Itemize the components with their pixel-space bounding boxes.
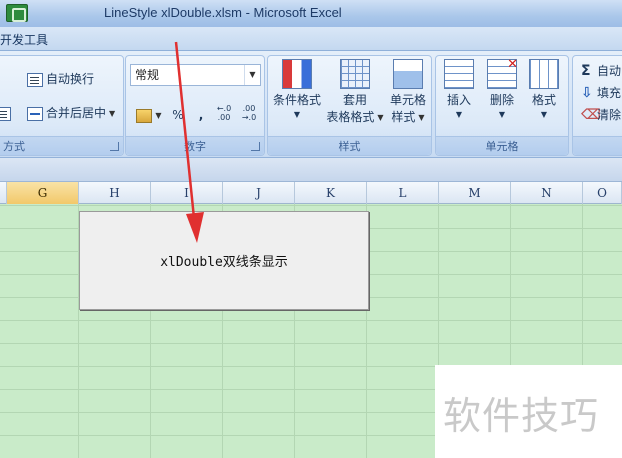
chevron-down-icon: ▼ [293, 110, 301, 119]
ribbon: 自动换行 合并后居中 ▼ 方式 数字 常规 ▼ ▼ % , ←.0 .00 .0… [0, 51, 622, 158]
group-editing: Σ 自动 ⇩ 填充 ⌫清除 [572, 55, 622, 156]
ribbon-tab-row: 开发工具 [0, 27, 622, 51]
eraser-icon: ⌫ [581, 107, 601, 123]
column-header-row: G H I J K L M N O [0, 182, 622, 204]
percent-button[interactable]: % [168, 103, 188, 125]
cell-styles-label-2: 样式 [391, 110, 416, 124]
currency-icon [136, 108, 153, 123]
increase-decimal-button[interactable]: ←.0 .00 [213, 101, 235, 123]
column-header-h[interactable]: H [79, 182, 151, 204]
wrap-text-icon [27, 72, 43, 87]
chevron-down-icon: ▼ [418, 113, 425, 122]
delete-cells-button[interactable]: 删除 ▼ [484, 56, 520, 121]
format-cells-icon [529, 59, 559, 89]
chevron-down-icon: ▼ [540, 110, 548, 119]
autosum-label: 自动 [597, 64, 622, 78]
formula-bar-area [0, 158, 622, 182]
currency-button[interactable]: ▼ [132, 103, 166, 125]
wrap-text-label: 自动换行 [46, 72, 95, 86]
column-header-m[interactable]: M [439, 182, 511, 204]
decrease-decimal-label: .00 →.0 [241, 104, 257, 122]
group-label-editing [573, 136, 622, 155]
dialog-launcher-icon[interactable] [110, 142, 119, 151]
group-label-alignment: 方式 [0, 136, 123, 155]
column-header-n[interactable]: N [511, 182, 583, 204]
merge-center-icon [27, 106, 43, 121]
window-title: LineStyle xlDouble.xlsm - Microsoft Exce… [104, 5, 342, 20]
fill-button[interactable]: ⇩ 填充 [581, 83, 621, 103]
xldouble-macro-button[interactable]: xlDouble双线条显示 [79, 211, 369, 310]
chevron-down-icon[interactable]: ▼ [244, 65, 260, 85]
title-bar: LineStyle xlDouble.xlsm - Microsoft Exce… [0, 0, 622, 27]
align-right-icon [0, 106, 11, 121]
comma-label: , [198, 108, 204, 122]
percent-label: % [172, 108, 184, 122]
column-header-i[interactable]: I [151, 182, 223, 204]
align-button[interactable] [0, 103, 14, 123]
column-header-k[interactable]: K [295, 182, 367, 204]
chevron-down-icon: ▼ [109, 108, 116, 118]
merge-center-label: 合并后居中 [46, 106, 107, 120]
cell-styles-button[interactable]: 单元格 样式 ▼ [386, 59, 430, 126]
watermark-text: 软件技巧 [443, 394, 600, 438]
chevron-down-icon: ▼ [455, 110, 463, 119]
excel-icon[interactable] [6, 4, 28, 22]
format-cells-label: 格式 [531, 93, 556, 107]
number-format-value: 常规 [135, 68, 160, 82]
chevron-down-icon: ▼ [155, 110, 162, 120]
clear-label: 清除 [597, 108, 622, 122]
column-header-j[interactable]: J [223, 182, 295, 204]
conditional-format-icon [282, 59, 312, 89]
fill-label: 填充 [597, 86, 622, 100]
group-label-number: 数字 [126, 136, 264, 155]
number-format-select[interactable]: 常规 ▼ [130, 64, 261, 86]
clear-button[interactable]: ⌫清除 [581, 105, 621, 125]
format-as-table-button[interactable]: 套用 表格格式 ▼ [325, 59, 385, 126]
group-alignment: 自动换行 合并后居中 ▼ 方式 [0, 55, 124, 156]
format-cells-button[interactable]: 格式 ▼ [526, 59, 562, 121]
tab-developer[interactable]: 开发工具 [0, 31, 48, 48]
column-header-g[interactable]: G [7, 182, 79, 204]
column-header-l[interactable]: L [367, 182, 439, 204]
increase-decimal-label: ←.0 .00 [216, 104, 232, 122]
sigma-icon: Σ [581, 63, 591, 79]
autosum-button[interactable]: Σ 自动 [581, 61, 621, 81]
insert-cells-label: 插入 [446, 93, 471, 107]
xldouble-macro-button-label: xlDouble双线条显示 [160, 255, 288, 270]
comma-button[interactable]: , [192, 103, 210, 125]
format-as-table-label-1: 套用 [342, 93, 367, 107]
cell-styles-label-1: 单元格 [389, 93, 426, 107]
excel-window: LineStyle xlDouble.xlsm - Microsoft Exce… [0, 0, 622, 458]
dialog-launcher-icon[interactable] [251, 142, 260, 151]
chevron-down-icon: ▼ [498, 110, 506, 119]
merge-center-button[interactable]: 合并后居中 ▼ [27, 103, 115, 123]
wrap-text-button[interactable]: 自动换行 [27, 69, 94, 89]
conditional-format-button[interactable]: 条件格式 ▼ [270, 59, 324, 121]
fill-down-icon: ⇩ [581, 85, 593, 101]
insert-cells-icon [444, 59, 474, 89]
chevron-down-icon: ▼ [377, 113, 384, 122]
format-as-table-label-2: 表格格式 [326, 110, 375, 124]
group-label-styles: 样式 [268, 136, 431, 155]
conditional-format-label: 条件格式 [272, 93, 321, 107]
delete-cells-icon [487, 56, 518, 89]
insert-cells-button[interactable]: 插入 ▼ [441, 59, 477, 121]
column-header-o[interactable]: O [583, 182, 622, 204]
select-all-corner[interactable] [0, 182, 7, 204]
cell-styles-icon [393, 59, 423, 89]
format-as-table-icon [340, 59, 370, 89]
group-label-cells: 单元格 [436, 136, 568, 155]
decrease-decimal-button[interactable]: .00 →.0 [238, 101, 260, 123]
delete-cells-label: 删除 [489, 93, 514, 107]
